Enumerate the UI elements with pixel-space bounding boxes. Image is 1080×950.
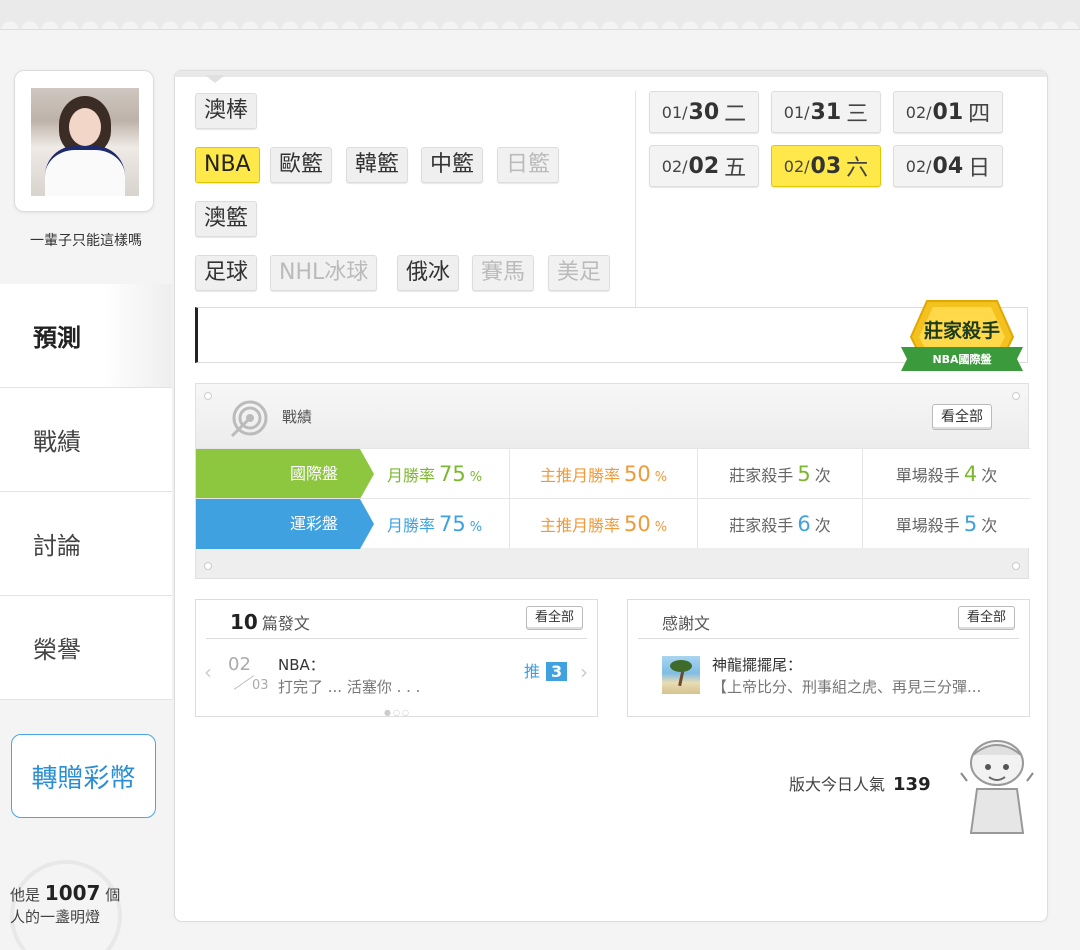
sport-button-nba[interactable]: NBA	[195, 147, 260, 183]
thanks-thumbnail[interactable]	[662, 656, 700, 694]
sport-button-horse-racing: 賽馬	[472, 255, 535, 291]
date-button-0202[interactable]: 02/02 五	[649, 145, 759, 187]
thanks-title: 感謝文	[662, 614, 711, 633]
avatar-frame[interactable]	[14, 70, 154, 212]
avatar	[31, 88, 139, 196]
banker-killer-count: 莊家殺手 5 次	[697, 449, 862, 499]
sport-button-japan-basketball: 日籃	[497, 147, 560, 183]
date-button-0201[interactable]: 02/01 四	[893, 91, 1003, 133]
post-excerpt[interactable]: 打完了 ... 活塞你 . . .	[278, 676, 420, 697]
nav-item-honor[interactable]: 榮譽	[0, 596, 172, 700]
nav-item-label: 預測	[33, 324, 81, 352]
sport-button-euro-basketball[interactable]: 歐籃	[270, 147, 333, 183]
lamp-line2: 人的一盞明燈	[10, 908, 101, 926]
nav-item-discussion[interactable]: 討論	[0, 492, 172, 596]
popularity-counter: 版大今日人氣 139	[789, 774, 931, 795]
sport-button-russia-hockey[interactable]: 俄冰	[397, 255, 460, 291]
date-button-0131[interactable]: 01/31 三	[771, 91, 881, 133]
record-panel: 戰績 看全部 國際盤 月勝率 75% 主推月勝率 50% 莊家殺手 5 次 單場殺手 4 次…	[195, 383, 1030, 579]
sport-button-korea-basketball[interactable]: 韓籃	[346, 147, 409, 183]
posts-card: 10 篇發文 看全部 ‹ 02 03 NBA： 打完了 ... 活塞你 . . .…	[195, 599, 598, 717]
nav-item-label: 討論	[33, 532, 81, 560]
sport-button-aus-baseball[interactable]: 澳棒	[195, 93, 258, 129]
target-icon	[230, 400, 268, 438]
banker-killer-count: 莊家殺手 6 次	[697, 499, 862, 549]
sport-button-aus-basketball[interactable]: 澳籃	[195, 201, 258, 237]
sidebar: 一輩子只能這樣嗎 預測 戰績 討論 榮譽 轉贈彩幣 他是 1007 個 人的一盞…	[0, 70, 172, 950]
post-date-top: 02	[228, 654, 251, 675]
username[interactable]: 一輩子只能這樣嗎	[0, 230, 172, 250]
nav-item-label: 戰績	[33, 428, 81, 456]
record-row-intl: 國際盤 月勝率 75% 主推月勝率 50% 莊家殺手 5 次 單場殺手 4 次	[196, 448, 1030, 499]
thanks-author[interactable]: 神龍擺擺尾：	[712, 654, 802, 675]
record-row-sports-lottery: 運彩盤 月勝率 75% 主推月勝率 50% 莊家殺手 6 次 單場殺手 5 次	[196, 498, 1030, 549]
sport-button-china-basketball[interactable]: 中籃	[421, 147, 484, 183]
month-win-rate: 月勝率 75%	[386, 462, 483, 486]
sport-button-soccer[interactable]: 足球	[195, 255, 258, 291]
main-month-win-rate: 主推月勝率 50%	[509, 499, 697, 549]
mascot-icon	[960, 740, 1034, 834]
push-count: 推3	[524, 658, 568, 682]
lamp-suffix: 個	[105, 886, 121, 904]
nav-item-predict[interactable]: 預測	[0, 284, 172, 388]
nav-item-record[interactable]: 戰績	[0, 388, 172, 492]
date-button-0204[interactable]: 02/04 日	[893, 145, 1003, 187]
thanks-view-all-button[interactable]: 看全部	[958, 606, 1016, 630]
sport-button-us-football: 美足	[548, 255, 611, 291]
posts-view-all-button[interactable]: 看全部	[526, 606, 584, 630]
nav-item-label: 榮譽	[33, 636, 81, 664]
badge-subtitle: NBA國際盤	[932, 352, 992, 366]
banker-killer-badge: 莊家殺手 NBA國際盤	[901, 300, 1023, 371]
lamp-counter: 他是 1007 個 人的一盞明燈	[10, 882, 120, 928]
badge-title: 莊家殺手	[924, 319, 1000, 342]
posts-title: 10 篇發文	[230, 610, 310, 634]
sport-button-nhl: NHL冰球	[270, 255, 378, 291]
top-decor-strip	[0, 0, 1080, 30]
lamp-count: 1007	[44, 881, 101, 905]
record-title: 戰績	[282, 408, 313, 426]
main-panel: 澳棒 NBA 歐籃 韓籃 中籃 日籃 澳籃 足球 NHL冰球 俄冰 賽馬 美足 …	[174, 70, 1048, 922]
chevron-right-icon[interactable]: ›	[580, 660, 588, 684]
gift-coins-button[interactable]: 轉贈彩幣	[11, 734, 156, 818]
thanks-excerpt[interactable]: 【上帝比分、刑事組之虎、再見三分彈...	[712, 676, 1012, 697]
pager-dots: ●○○	[384, 708, 411, 717]
record-row-label: 國際盤	[196, 449, 360, 499]
lamp-prefix: 他是	[10, 886, 41, 904]
record-view-all-button[interactable]: 看全部	[932, 404, 992, 430]
chevron-left-icon[interactable]: ‹	[204, 660, 212, 684]
thanks-card: 感謝文 看全部 神龍擺擺尾： 【上帝比分、刑事組之虎、再見三分彈...	[627, 599, 1030, 717]
post-date-bottom: 03	[252, 678, 269, 693]
main-month-win-rate: 主推月勝率 50%	[509, 449, 697, 499]
date-button-0203[interactable]: 02/03 六	[771, 145, 881, 187]
month-win-rate: 月勝率 75%	[386, 512, 483, 536]
post-category[interactable]: NBA：	[278, 654, 325, 675]
single-killer-count: 單場殺手 4 次	[862, 449, 1030, 499]
record-row-label: 運彩盤	[196, 499, 360, 549]
date-button-0130[interactable]: 01/30 二	[649, 91, 759, 133]
single-killer-count: 單場殺手 5 次	[862, 499, 1030, 549]
